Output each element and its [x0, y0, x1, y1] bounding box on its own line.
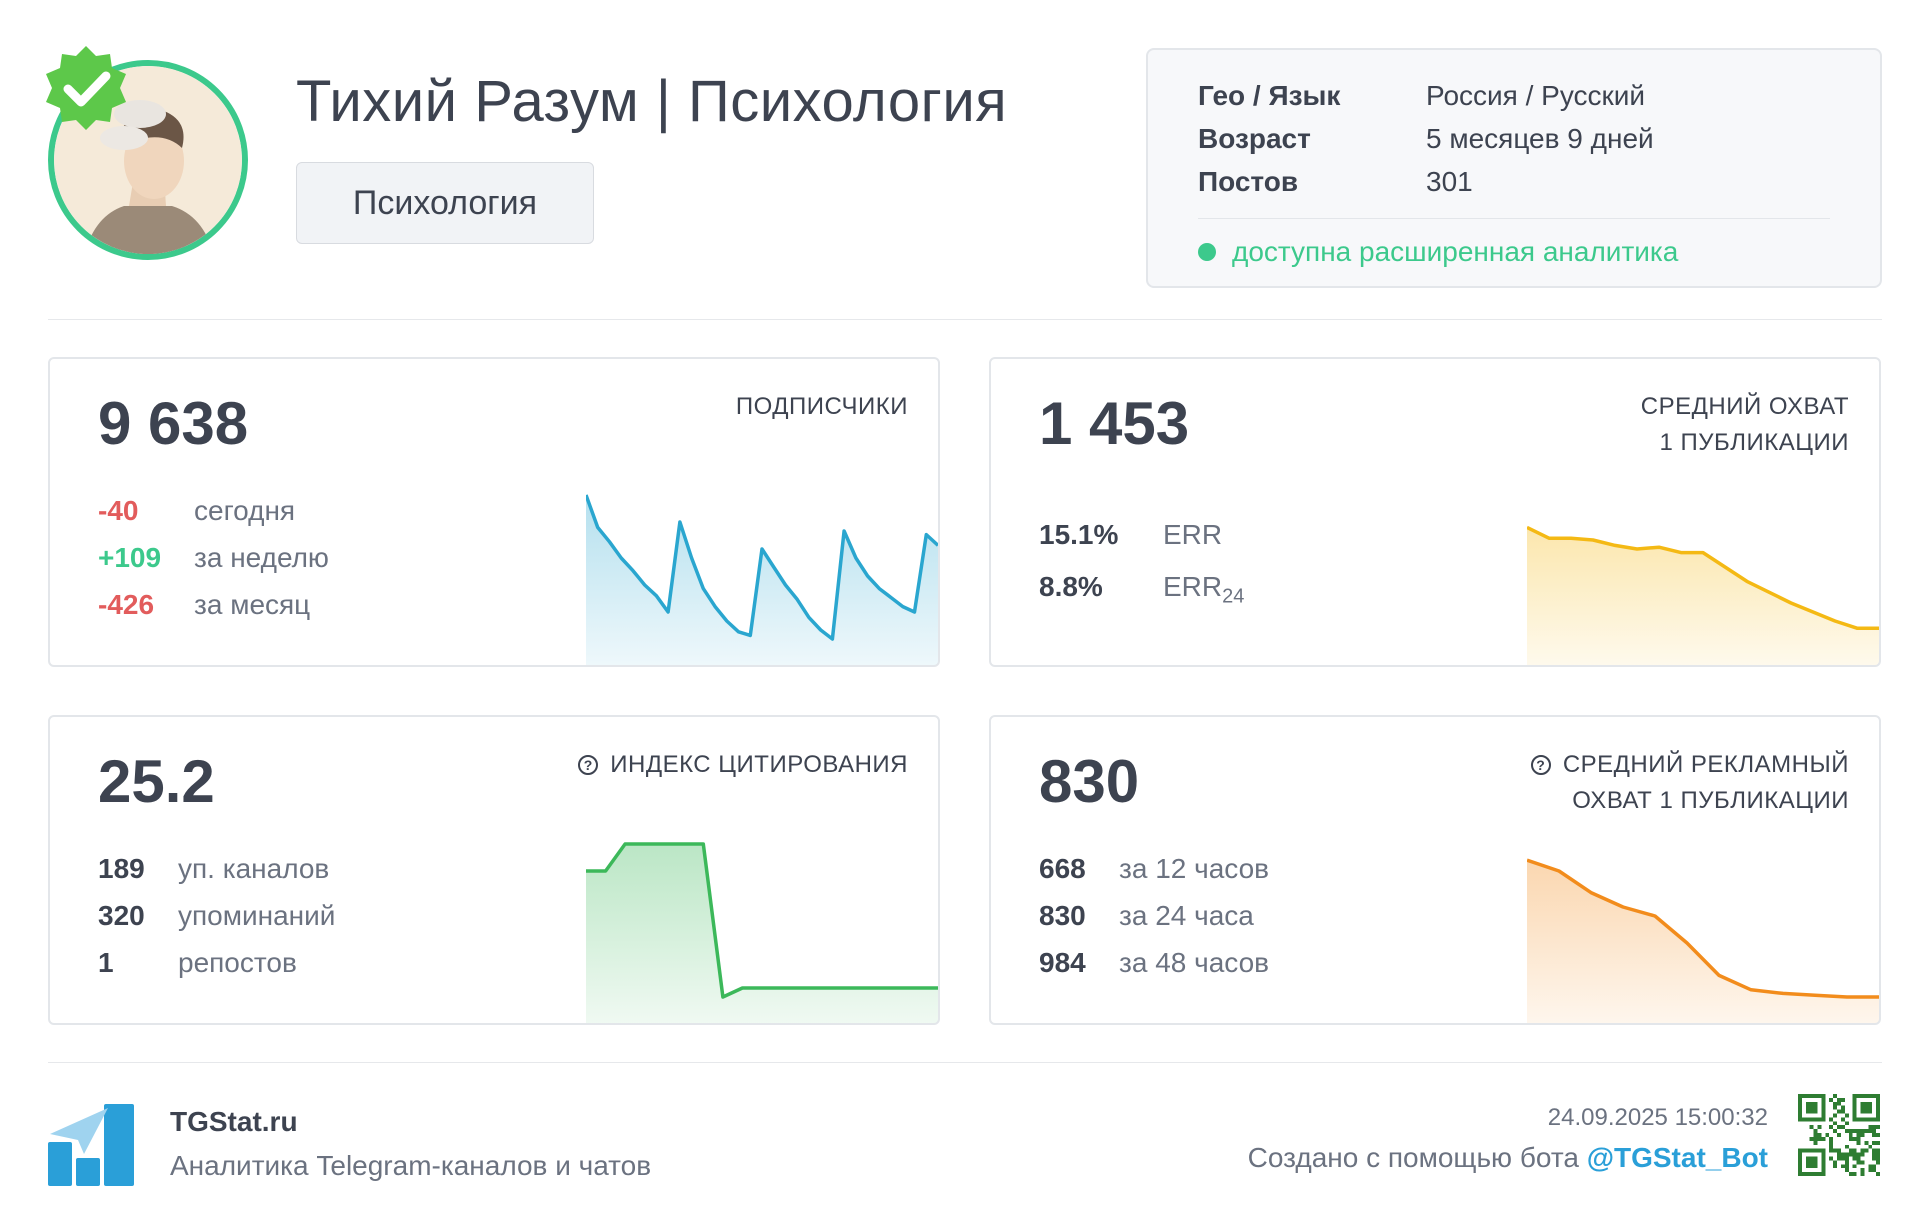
- created-by: Создано с помощью бота @TGStat_Bot: [1248, 1142, 1768, 1174]
- stat-text: за месяц: [194, 589, 311, 620]
- stat-row-12h: 668 за 12 часов: [1039, 853, 1269, 885]
- stat-text: за 12 часов: [1119, 853, 1270, 884]
- info-key: Возраст: [1198, 123, 1311, 154]
- subscribers-sparkline: [586, 494, 938, 665]
- channel-title: Тихий Разум | Психология: [296, 69, 1008, 134]
- stat-text: за 48 часов: [1119, 947, 1270, 978]
- stat-text: уп. каналов: [178, 853, 330, 884]
- stat-subscript: 24: [1222, 585, 1245, 608]
- ad-reach-sparkline: [1527, 858, 1879, 1023]
- divider: [48, 1062, 1882, 1063]
- reach-card: 1 453 СРЕДНИЙ ОХВАТ 1 ПУБЛИКАЦИИ 15.1% ER…: [989, 357, 1881, 667]
- citation-card: 25.2 ? ИНДЕКС ЦИТИРОВАНИЯ 189 уп. каналов …: [48, 715, 940, 1025]
- stat-number: 984: [1039, 947, 1086, 978]
- info-row-posts: Постов 301: [1198, 166, 1473, 198]
- citation-sparkline: [586, 842, 938, 1023]
- citation-label-wrap: ? ИНДЕКС ЦИТИРОВАНИЯ: [578, 747, 908, 783]
- ad-reach-value: 830: [1039, 748, 1140, 815]
- stat-number: 830: [1039, 900, 1086, 931]
- stat-text: репостов: [178, 947, 297, 978]
- reach-value: 1 453: [1039, 390, 1190, 457]
- citation-label: ИНДЕКС ЦИТИРОВАНИЯ: [610, 751, 908, 778]
- divider: [48, 319, 1882, 320]
- stat-text: за неделю: [194, 542, 329, 573]
- stat-row-reposts: 1 репостов: [98, 947, 297, 979]
- help-icon[interactable]: ?: [1530, 755, 1551, 775]
- analytics-note-text: доступна расширенная аналитика: [1232, 236, 1679, 267]
- timestamp: 24.09.2025 15:00:32: [1547, 1104, 1768, 1131]
- divider: [1198, 218, 1830, 219]
- brand-description: Аналитика Telegram-каналов и чатов: [170, 1150, 652, 1181]
- subscribers-card: 9 638 ПОДПИСЧИКИ -40 сегодня +109 за недел…: [48, 357, 940, 667]
- stat-row-month: -426 за месяц: [98, 589, 310, 621]
- category-button[interactable]: Психология: [296, 162, 594, 244]
- reach-label-line2: 1 ПУБЛИКАЦИИ: [1659, 429, 1849, 456]
- reach-area: [1527, 527, 1879, 665]
- ad-reach-card: 830 ? СРЕДНИЙ РЕКЛАМНЫЙ ОХВАТ 1 ПУБЛИКАЦИ…: [989, 715, 1881, 1025]
- analytics-available-note[interactable]: доступна расширенная аналитика: [1198, 236, 1678, 268]
- stat-row-week: +109 за неделю: [98, 542, 329, 574]
- stat-text: сегодня: [194, 495, 296, 526]
- stat-row-mentions: 320 упоминаний: [98, 900, 335, 932]
- reach-label-line1: СРЕДНИЙ ОХВАТ: [1640, 393, 1849, 420]
- info-value: 301: [1426, 166, 1473, 197]
- stat-row-24h: 830 за 24 часа: [1039, 900, 1254, 932]
- stat-text: ERR: [1163, 571, 1223, 602]
- reach-label: СРЕДНИЙ ОХВАТ 1 ПУБЛИКАЦИИ: [1641, 389, 1849, 461]
- info-row-age: Возраст 5 месяцев 9 дней: [1198, 123, 1654, 155]
- created-by-prefix: Создано с помощью бота: [1247, 1142, 1587, 1173]
- ad-reach-label-line2: ОХВАТ 1 ПУБЛИКАЦИИ: [1572, 787, 1849, 814]
- stat-number: +109: [98, 542, 162, 573]
- tgstat-logo-icon[interactable]: [48, 1104, 134, 1186]
- info-row-geo: Гео / Язык Россия / Русский: [1198, 80, 1645, 112]
- help-icon[interactable]: ?: [578, 755, 599, 775]
- ad-reach-label: ? СРЕДНИЙ РЕКЛАМНЫЙ ОХВАТ 1 ПУБЛИКАЦИИ: [1530, 747, 1849, 819]
- brand-name[interactable]: TGStat.ru: [170, 1106, 298, 1138]
- citation-value: 25.2: [98, 748, 215, 815]
- info-key: Постов: [1198, 166, 1299, 197]
- stat-number: 668: [1039, 853, 1086, 884]
- bot-link[interactable]: @TGStat_Bot: [1587, 1142, 1768, 1173]
- stat-number: 15.1%: [1039, 519, 1119, 550]
- stat-row-err24: 8.8% ERR24: [1039, 571, 1244, 609]
- qr-code-icon: [1798, 1094, 1880, 1176]
- stat-number: 1: [98, 947, 114, 978]
- stat-row-48h: 984 за 48 часов: [1039, 947, 1269, 979]
- status-dot-icon: [1198, 243, 1216, 261]
- stat-number: 320: [98, 900, 145, 931]
- citation-area: [586, 844, 938, 1023]
- stat-text: упоминаний: [178, 900, 336, 931]
- info-value: Россия / Русский: [1426, 80, 1646, 111]
- stat-row-err: 15.1% ERR: [1039, 519, 1222, 551]
- info-key: Гео / Язык: [1198, 80, 1341, 111]
- stat-number: 189: [98, 853, 145, 884]
- stat-row-today: -40 сегодня: [98, 495, 295, 527]
- reach-sparkline: [1527, 525, 1879, 665]
- ad-reach-label-line1: СРЕДНИЙ РЕКЛАМНЫЙ: [1562, 751, 1849, 778]
- stat-number: 8.8%: [1039, 571, 1103, 602]
- subscribers-value: 9 638: [98, 390, 249, 457]
- stat-text: за 24 часа: [1119, 900, 1254, 931]
- stat-number: -40: [98, 495, 139, 526]
- info-value: 5 месяцев 9 дней: [1426, 123, 1654, 154]
- stat-text: ERR: [1163, 519, 1223, 550]
- channel-info-card: Гео / Язык Россия / Русский Возраст 5 меся…: [1146, 48, 1882, 288]
- subscribers-label: ПОДПИСЧИКИ: [735, 393, 908, 420]
- stat-row-channels: 189 уп. каналов: [98, 853, 329, 885]
- verified-badge-icon: [46, 46, 126, 130]
- stat-number: -426: [98, 589, 155, 620]
